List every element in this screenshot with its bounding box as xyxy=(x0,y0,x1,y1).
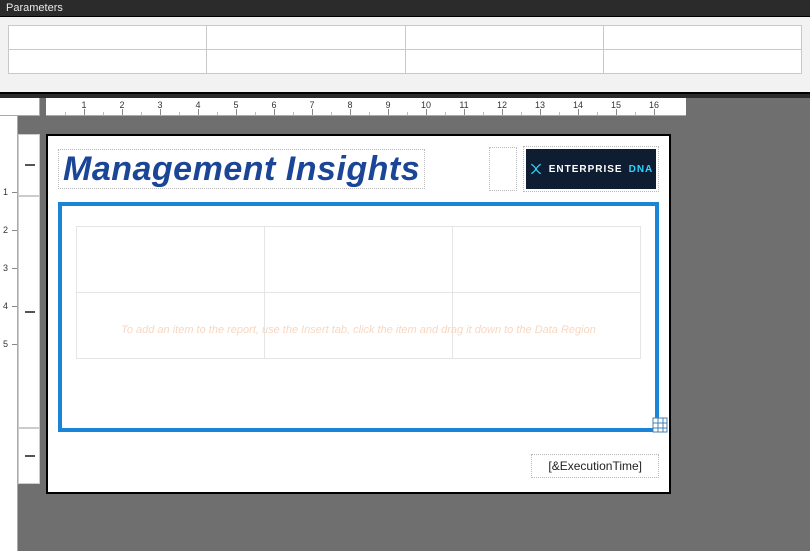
execution-time-textbox[interactable]: [&ExecutionTime] xyxy=(531,454,659,478)
ruler-v-label: 2 xyxy=(3,225,8,235)
param-cell[interactable] xyxy=(9,50,207,74)
ruler-h-label: 10 xyxy=(421,100,431,110)
ruler-h-label: 9 xyxy=(385,100,390,110)
logo-brand: ENTERPRISE xyxy=(549,164,623,175)
ruler-h-label: 7 xyxy=(309,100,314,110)
vertical-ruler[interactable]: 1 2 3 4 5 xyxy=(0,116,18,551)
row-handle[interactable] xyxy=(18,428,40,484)
report-title: Management Insights xyxy=(63,150,420,188)
param-cell[interactable] xyxy=(405,26,603,50)
ruler-h-label: 12 xyxy=(497,100,507,110)
report-page[interactable]: Management Insights ENTERPRISE DNA xyxy=(46,134,671,494)
empty-header-cell[interactable] xyxy=(489,147,517,191)
enterprise-dna-logo: ENTERPRISE DNA xyxy=(526,149,656,189)
param-cell[interactable] xyxy=(603,50,801,74)
param-cell[interactable] xyxy=(207,50,405,74)
tablix-cell[interactable] xyxy=(265,293,453,359)
ruler-v-label: 1 xyxy=(3,187,8,197)
ruler-v-label: 3 xyxy=(3,263,8,273)
page-header-row: Management Insights ENTERPRISE DNA xyxy=(58,146,659,192)
tablix-cell[interactable] xyxy=(453,227,641,293)
tablix-cell[interactable] xyxy=(265,227,453,293)
logo-image-cell[interactable]: ENTERPRISE DNA xyxy=(523,146,659,192)
parameters-panel-body xyxy=(0,17,810,94)
ruler-h-label: 5 xyxy=(233,100,238,110)
param-cell[interactable] xyxy=(603,26,801,50)
logo-accent: DNA xyxy=(629,164,654,175)
row-handle[interactable] xyxy=(18,196,40,428)
ruler-h-label: 2 xyxy=(119,100,124,110)
dna-icon xyxy=(529,162,543,176)
execution-time-expression: [&ExecutionTime] xyxy=(548,459,642,473)
ruler-v-label: 5 xyxy=(3,339,8,349)
parameters-grid[interactable] xyxy=(8,25,802,74)
ruler-h-label: 1 xyxy=(81,100,86,110)
report-title-textbox[interactable]: Management Insights xyxy=(58,149,425,189)
row-handle[interactable] xyxy=(18,134,40,196)
parameters-panel-title: Parameters xyxy=(6,2,63,14)
ruler-corner xyxy=(0,98,40,116)
ruler-h-label: 3 xyxy=(157,100,162,110)
param-cell[interactable] xyxy=(9,26,207,50)
tablix-resize-handle[interactable] xyxy=(651,416,669,434)
tablix-cell[interactable] xyxy=(77,293,265,359)
page-footer-row: [&ExecutionTime] xyxy=(58,454,659,478)
ruler-h-label: 6 xyxy=(271,100,276,110)
tablix-cell[interactable] xyxy=(453,293,641,359)
horizontal-ruler[interactable]: 12345678910111213141516 xyxy=(46,98,686,116)
design-canvas[interactable]: Management Insights ENTERPRISE DNA xyxy=(46,116,671,551)
ruler-h-label: 11 xyxy=(459,100,468,110)
param-cell[interactable] xyxy=(405,50,603,74)
ruler-h-label: 14 xyxy=(573,100,583,110)
tablix-cell[interactable] xyxy=(77,227,265,293)
ruler-h-label: 15 xyxy=(611,100,621,110)
parameters-panel-header[interactable]: Parameters xyxy=(0,0,810,17)
ruler-v-label: 4 xyxy=(3,301,8,311)
tablix-grid[interactable] xyxy=(76,226,641,359)
grid-icon xyxy=(652,417,668,433)
param-cell[interactable] xyxy=(207,26,405,50)
ruler-h-label: 16 xyxy=(649,100,659,110)
ruler-h-label: 4 xyxy=(195,100,200,110)
ruler-h-label: 8 xyxy=(347,100,352,110)
ruler-h-label: 13 xyxy=(535,100,545,110)
tablix-region-selected[interactable]: To add an item to the report, use the In… xyxy=(58,202,659,432)
